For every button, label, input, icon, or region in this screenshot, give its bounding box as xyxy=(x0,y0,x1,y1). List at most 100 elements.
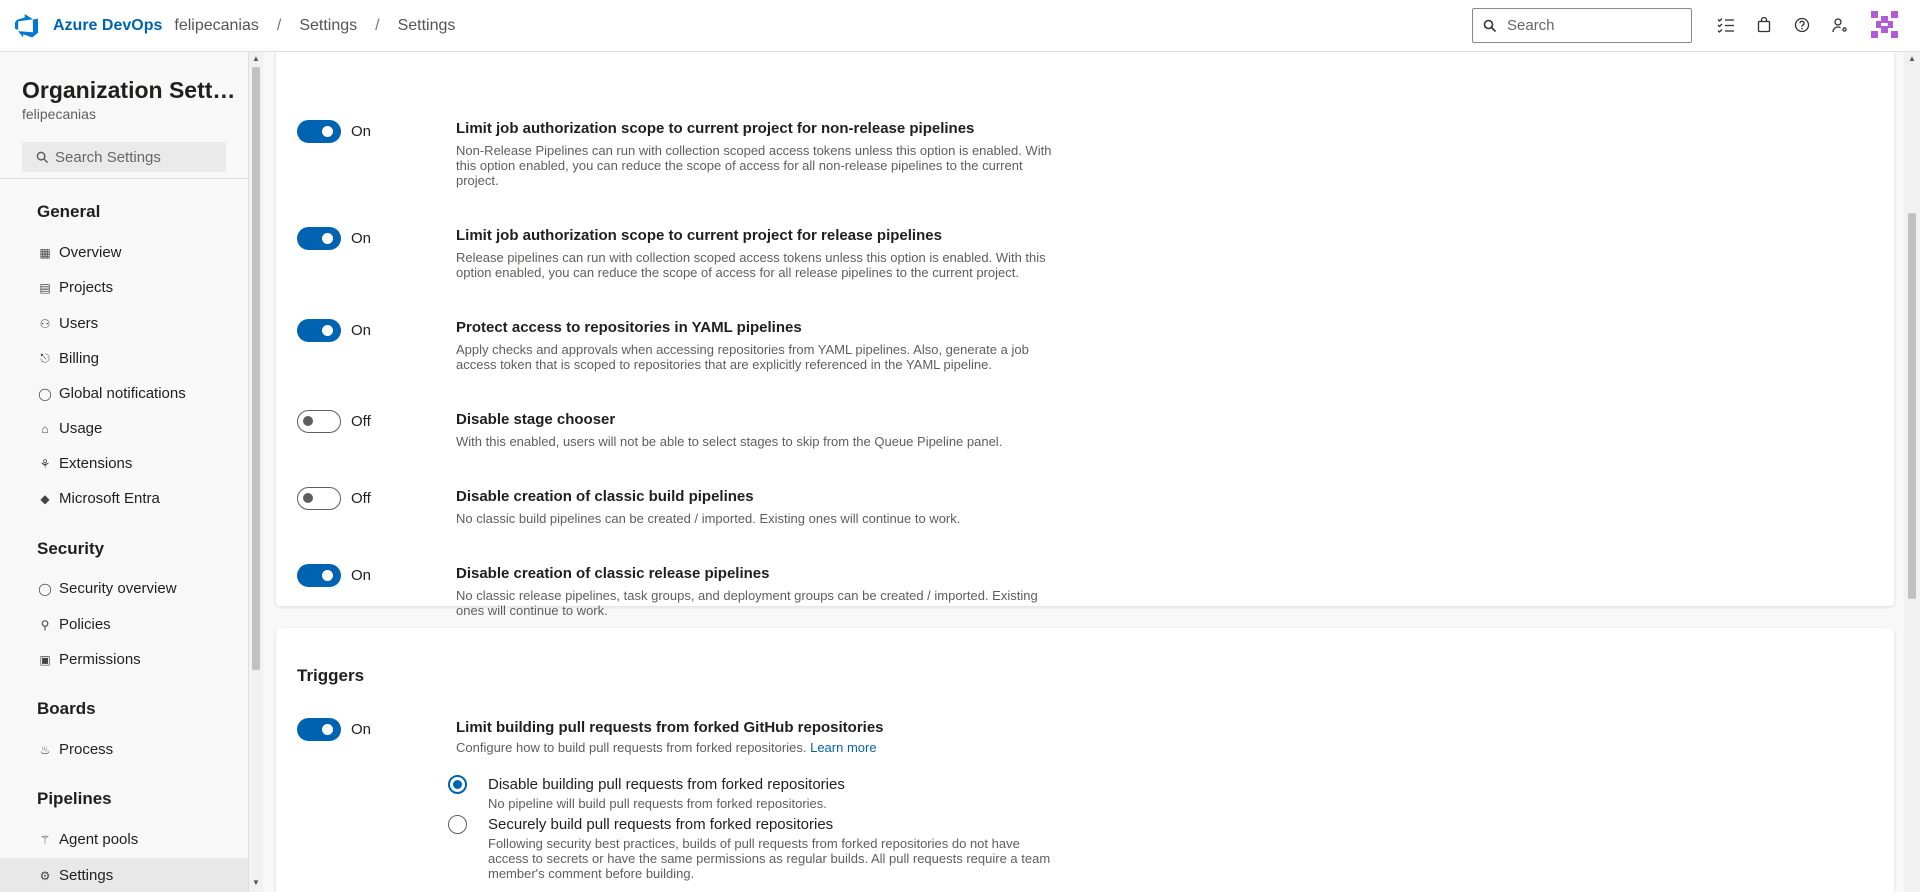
setting-title: Disable stage chooser xyxy=(456,411,616,428)
task-list-icon[interactable] xyxy=(1714,13,1738,37)
toggle-state-label: Off xyxy=(351,413,371,430)
radio-securely-build-forked[interactable] xyxy=(448,815,467,834)
sidebar-item-usage[interactable]: ⌂ Usage xyxy=(0,411,248,446)
help-icon[interactable] xyxy=(1790,13,1814,37)
radio-label[interactable]: Securely build pull requests from forked… xyxy=(488,816,833,833)
global-search-box[interactable] xyxy=(1472,8,1692,43)
sidebar-item-projects[interactable]: ▤ Projects xyxy=(0,270,248,305)
scroll-up-arrow-icon[interactable]: ▲ xyxy=(252,54,260,63)
usage-icon: ⌂ xyxy=(41,421,49,436)
user-avatar[interactable] xyxy=(1868,8,1901,41)
lock-icon: ▣ xyxy=(39,652,51,667)
marketplace-bag-icon[interactable] xyxy=(1752,13,1776,37)
sidebar-divider xyxy=(0,178,248,179)
sidebar-item-label: Billing xyxy=(59,350,100,367)
brand-link[interactable]: Azure DevOps xyxy=(53,17,162,35)
sidebar-item-label: Extensions xyxy=(59,455,133,472)
breadcrumb-separator: / xyxy=(276,16,282,34)
learn-more-link[interactable]: Learn more xyxy=(810,740,876,755)
toggle-disable-classic-release[interactable] xyxy=(297,564,341,587)
sidebar-item-microsoft-entra[interactable]: ◆ Microsoft Entra xyxy=(0,481,248,516)
billing-icon: ⎋ xyxy=(40,351,50,365)
toggle-state-label: On xyxy=(351,123,372,140)
setting-description: No classic build pipelines can be create… xyxy=(456,511,961,526)
sidebar-item-label: Process xyxy=(59,741,114,758)
setting-description: Apply checks and approvals when accessin… xyxy=(456,342,1029,372)
breadcrumb-separator: / xyxy=(375,16,380,34)
breadcrumb-organization[interactable]: felipecanias xyxy=(174,17,259,35)
entra-icon: ◆ xyxy=(40,491,50,506)
setting-title: Limit building pull requests from forked… xyxy=(456,719,884,736)
radio-disable-forked-builds[interactable] xyxy=(448,775,467,794)
sidebar-item-label: Agent pools xyxy=(59,831,139,848)
toggle-limit-scope-non-release[interactable] xyxy=(297,120,341,143)
sidebar-item-security-overview[interactable]: ◯ Security overview xyxy=(0,571,248,606)
user-settings-icon[interactable] xyxy=(1828,13,1852,37)
sidebar-item-global-notifications[interactable]: ◯ Global notifications xyxy=(0,376,248,411)
azure-devops-logo-icon[interactable] xyxy=(14,13,40,39)
page-scrollbar-thumb[interactable] xyxy=(1908,213,1916,599)
radio-label[interactable]: Disable building pull requests from fork… xyxy=(488,776,845,793)
sidebar-item-label: Projects xyxy=(59,279,114,296)
sidebar-item-label: Global notifications xyxy=(59,385,186,402)
sidebar-item-billing[interactable]: ⎋ Billing xyxy=(0,341,248,376)
sidebar-scrollbar-thumb[interactable] xyxy=(252,67,260,670)
sidebar-item-label: Permissions xyxy=(59,651,141,668)
general-settings-card: On Limit job authorization scope to curr… xyxy=(276,52,1894,618)
search-icon xyxy=(1483,19,1497,32)
setting-description: Release pipelines can run with collectio… xyxy=(456,250,1046,280)
sidebar-item-permissions[interactable]: ▣ Permissions xyxy=(0,642,248,677)
nav-group-boards: Boards xyxy=(37,699,96,718)
sidebar-subtitle: felipecanias xyxy=(22,106,96,122)
sidebar-item-process[interactable]: ♨ Process xyxy=(0,732,248,767)
shield-icon: ◯ xyxy=(38,581,52,596)
toggle-disable-classic-build[interactable] xyxy=(297,487,341,510)
settings-search-box[interactable] xyxy=(22,142,226,172)
setting-title: Disable creation of classic build pipeli… xyxy=(456,488,754,505)
sidebar-item-label: Policies xyxy=(59,616,111,633)
toggle-state-label: On xyxy=(351,230,372,247)
toggle-limit-forked-prs[interactable] xyxy=(297,718,341,741)
setting-title: Limit job authorization scope to current… xyxy=(456,120,975,137)
toggle-disable-stage-chooser[interactable] xyxy=(297,410,341,433)
settings-sidebar: Organization Settings felipecanias Gener… xyxy=(0,52,249,892)
sidebar-item-users[interactable]: ⚇ Users xyxy=(0,306,248,341)
notifications-icon: ◯ xyxy=(38,386,52,401)
section-title: Triggers xyxy=(297,666,365,685)
process-icon: ♨ xyxy=(39,742,51,757)
setting-title: Limit job authorization scope to current… xyxy=(456,227,942,244)
sidebar-item-overview[interactable]: ▦ Overview xyxy=(0,235,248,270)
sidebar-item-settings[interactable]: ⚙ Settings xyxy=(0,858,248,892)
breadcrumb-current[interactable]: Settings xyxy=(398,17,456,35)
radio-description: No pipeline will build pull requests fro… xyxy=(488,796,827,811)
setting-description: Configure how to build pull requests fro… xyxy=(456,740,1066,755)
toggle-state-label: On xyxy=(351,567,372,584)
users-icon: ⚇ xyxy=(39,316,51,331)
breadcrumb-settings[interactable]: Settings xyxy=(299,17,357,35)
toggle-limit-scope-release[interactable] xyxy=(297,227,341,250)
setting-description: Non-Release Pipelines can run with colle… xyxy=(456,143,1052,188)
main-content: On Limit job authorization scope to curr… xyxy=(263,52,1904,892)
toggle-state-label: Off xyxy=(351,490,371,507)
sidebar-item-label: Overview xyxy=(59,244,122,261)
toggle-state-label: On xyxy=(351,721,372,738)
sidebar-item-label: Settings xyxy=(59,867,114,884)
toggle-state-label: On xyxy=(351,322,372,339)
setting-description: No classic release pipelines, task group… xyxy=(456,588,1038,618)
settings-search-input[interactable] xyxy=(55,148,225,166)
projects-icon: ▤ xyxy=(39,280,51,295)
sidebar-item-label: Usage xyxy=(59,420,103,437)
overview-icon: ▦ xyxy=(39,245,51,260)
sidebar-item-agent-pools[interactable]: ⚚ Agent pools xyxy=(0,822,248,857)
nav-group-general: General xyxy=(37,202,101,221)
sidebar-item-extensions[interactable]: ⚘ Extensions xyxy=(0,446,248,481)
sidebar-item-label: Security overview xyxy=(59,580,177,597)
sidebar-item-policies[interactable]: ⚲ Policies xyxy=(0,607,248,642)
global-search-input[interactable] xyxy=(1507,17,1687,34)
extensions-icon: ⚘ xyxy=(39,456,51,471)
nav-group-pipelines: Pipelines xyxy=(37,789,112,808)
toggle-protect-yaml-repos[interactable] xyxy=(297,319,341,342)
scroll-down-arrow-icon[interactable]: ▼ xyxy=(252,878,260,887)
scroll-up-arrow-icon[interactable]: ▲ xyxy=(1908,54,1916,63)
sidebar-title: Organization Settings xyxy=(22,77,237,103)
